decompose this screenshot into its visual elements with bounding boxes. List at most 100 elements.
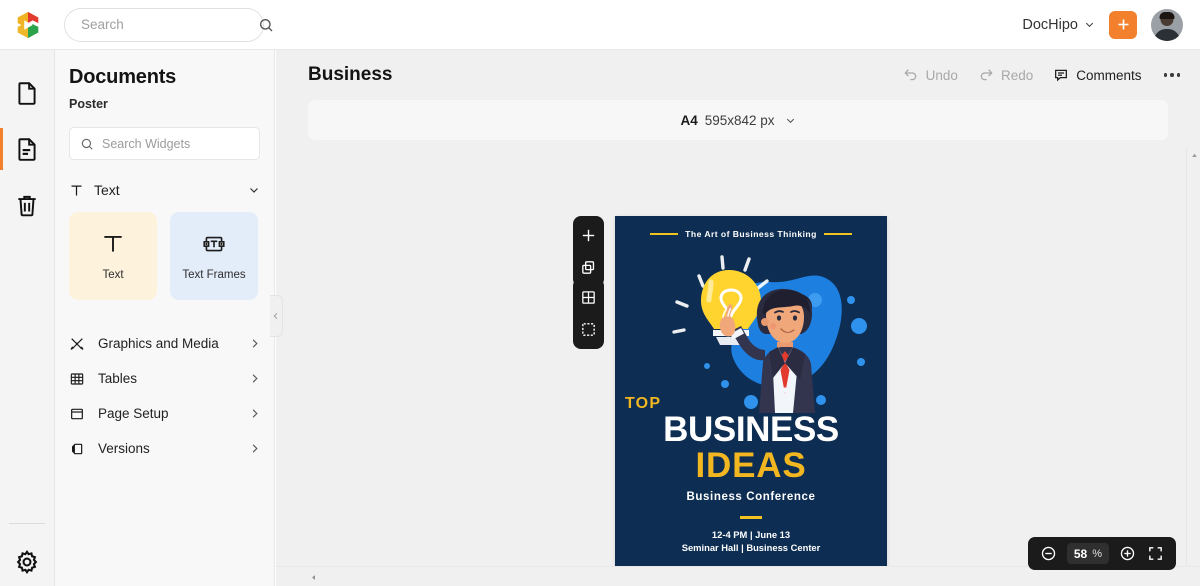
- page-setup-icon: [69, 406, 85, 422]
- search-icon: [80, 137, 94, 151]
- trash-icon: [14, 192, 40, 218]
- poster-line-2: IDEAS: [615, 448, 887, 483]
- chevron-down-icon: [248, 184, 260, 196]
- document-title: Business: [308, 64, 392, 86]
- duplicate-page-button[interactable]: [577, 256, 600, 279]
- account-menu[interactable]: DocHipo: [1022, 17, 1095, 33]
- rail-bottom: [0, 523, 55, 586]
- undo-button[interactable]: Undo: [903, 67, 958, 83]
- vertical-scrollbar[interactable]: [1186, 148, 1200, 586]
- poster-subtitle: Business Conference: [615, 491, 887, 503]
- avatar[interactable]: [1151, 9, 1183, 41]
- page-tools-strip: [573, 216, 604, 287]
- redo-button[interactable]: Redo: [978, 67, 1033, 83]
- poster-venue: Seminar Hall | Business Center: [615, 542, 887, 553]
- global-search[interactable]: [64, 8, 264, 42]
- chevron-right-icon: [249, 338, 260, 349]
- chevron-left-icon: [272, 312, 280, 320]
- fullscreen-button[interactable]: [1146, 544, 1165, 563]
- undo-arrow-icon: [903, 67, 919, 83]
- document-type-label: Poster: [69, 97, 260, 111]
- widget-search[interactable]: [69, 127, 260, 160]
- gear-icon: [14, 549, 40, 575]
- zoom-in-button[interactable]: [1118, 544, 1137, 563]
- chevron-right-icon: [249, 373, 260, 384]
- rail-item-my-documents[interactable]: [0, 122, 55, 176]
- text-T-icon: [100, 231, 126, 257]
- app-logo[interactable]: [0, 0, 55, 50]
- undo-label: Undo: [926, 68, 958, 83]
- chevron-down-icon: [1084, 19, 1095, 30]
- document-lines-icon: [14, 136, 40, 162]
- poster-illustration: [615, 238, 887, 413]
- top-bar-right: DocHipo: [1022, 9, 1200, 41]
- duplicate-icon: [580, 259, 597, 276]
- grid-view-button[interactable]: [577, 286, 600, 309]
- canvas-area: The Art of Business Thinking: [276, 148, 1184, 568]
- poster-line-1: BUSINESS: [615, 412, 887, 447]
- scroll-up-button[interactable]: [1187, 148, 1200, 162]
- add-page-button[interactable]: [577, 224, 600, 247]
- search-input[interactable]: [81, 17, 258, 32]
- rail-item-trash[interactable]: [0, 178, 55, 232]
- account-label: DocHipo: [1022, 17, 1078, 33]
- caret-left-icon: [310, 574, 317, 581]
- crop-select-button[interactable]: [577, 318, 600, 341]
- top-bar: DocHipo: [0, 0, 1200, 50]
- page-title: Documents: [69, 66, 260, 89]
- more-options-button[interactable]: [1162, 69, 1183, 81]
- editor-main: Business Undo Redo: [276, 50, 1200, 586]
- create-new-button[interactable]: [1109, 11, 1137, 39]
- comments-button[interactable]: Comments: [1053, 67, 1141, 83]
- chevron-right-icon: [249, 408, 260, 419]
- page-size-preset: A4: [680, 113, 697, 128]
- more-horizontal-icon: [1170, 73, 1174, 77]
- editor-header: Business Undo Redo: [276, 50, 1200, 100]
- scroll-left-button[interactable]: [308, 572, 318, 582]
- widget-search-input[interactable]: [102, 137, 263, 151]
- search-icon: [258, 17, 274, 33]
- poster-rule-left: [650, 233, 678, 236]
- left-icon-rail: [0, 50, 55, 586]
- widget-card-label: Text: [102, 269, 123, 281]
- versions-layers-icon: [69, 441, 85, 457]
- dochipo-logo-icon: [13, 10, 43, 40]
- zoom-control: 58 %: [1028, 537, 1176, 570]
- poster-divider: [740, 516, 762, 519]
- menu-item-versions[interactable]: Versions: [69, 431, 260, 466]
- page-size-selector[interactable]: A4 595x842 px: [308, 100, 1168, 140]
- fullscreen-icon: [1147, 545, 1164, 562]
- menu-item-label: Tables: [98, 371, 137, 386]
- more-horizontal-icon: [1177, 73, 1181, 77]
- text-T-icon: [69, 183, 84, 198]
- comment-bubble-icon: [1053, 67, 1069, 83]
- poster-canvas[interactable]: The Art of Business Thinking: [615, 216, 887, 586]
- rail-divider: [9, 523, 45, 524]
- editor-toolbar: Undo Redo Comments: [903, 67, 1182, 83]
- caret-up-icon: [1191, 152, 1198, 159]
- rail-item-new-document[interactable]: [0, 66, 55, 120]
- poster-rule-right: [824, 233, 852, 236]
- rail-item-settings[interactable]: [0, 538, 55, 586]
- chevron-right-icon: [249, 443, 260, 454]
- more-horizontal-icon: [1164, 73, 1168, 77]
- panel-menu: Graphics and Media Tables: [69, 326, 260, 466]
- widget-card-text-frames[interactable]: Text Frames: [170, 212, 258, 300]
- menu-item-graphics-and-media[interactable]: Graphics and Media: [69, 326, 260, 361]
- zoom-out-button[interactable]: [1039, 544, 1058, 563]
- plus-icon: [1116, 17, 1131, 32]
- view-tools-strip: [573, 278, 604, 349]
- panel-collapse-handle[interactable]: [270, 295, 283, 337]
- zoom-in-icon: [1119, 545, 1136, 562]
- chevron-down-icon: [785, 115, 796, 126]
- poster-time: 12-4 PM | June 13: [615, 529, 887, 540]
- widget-card-text[interactable]: Text: [69, 212, 157, 300]
- app-root: DocHipo: [0, 0, 1200, 586]
- section-header-text[interactable]: Text: [69, 182, 260, 198]
- zoom-value-field[interactable]: 58 %: [1067, 543, 1109, 564]
- menu-item-page-setup[interactable]: Page Setup: [69, 396, 260, 431]
- zoom-unit: %: [1092, 548, 1102, 560]
- widget-cards: Text Text Frames: [69, 212, 260, 300]
- page-size-dimensions: 595x842 px: [705, 113, 775, 128]
- menu-item-tables[interactable]: Tables: [69, 361, 260, 396]
